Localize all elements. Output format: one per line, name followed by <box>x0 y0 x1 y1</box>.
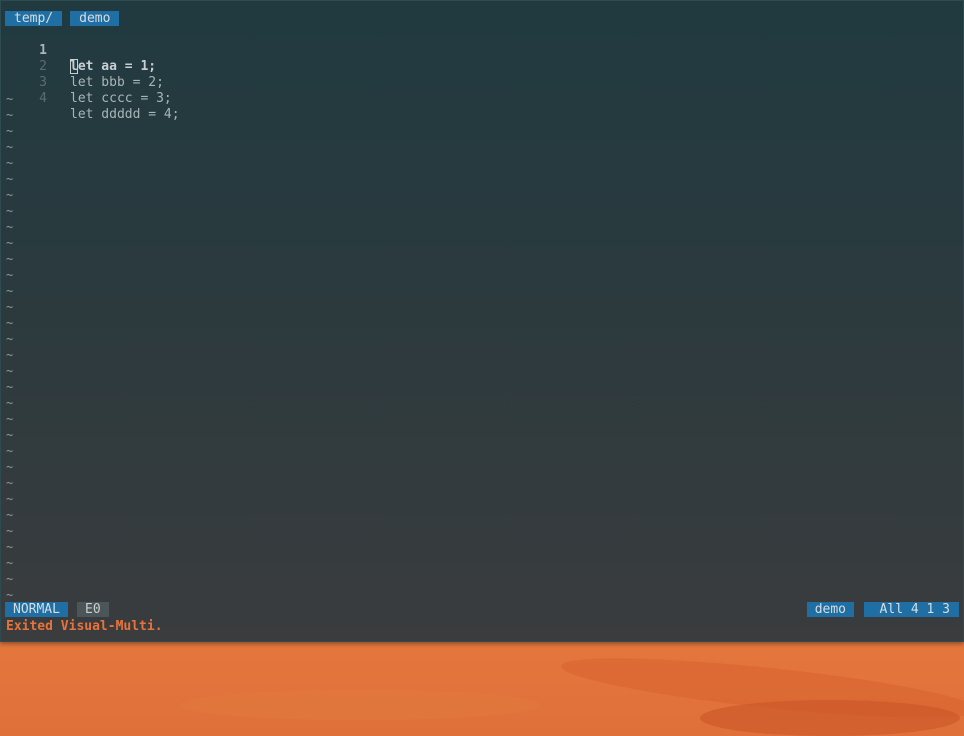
empty-line-marker: ~ <box>6 364 14 378</box>
empty-line-marker: ~ <box>6 108 14 122</box>
empty-line-marker: ~ <box>6 540 14 554</box>
empty-line-marker: ~ <box>6 124 14 138</box>
line-text: let cccc = 3; <box>70 91 172 106</box>
wallpaper-streak <box>700 700 960 736</box>
empty-line-marker: ~ <box>6 556 14 570</box>
empty-line-marker: ~ <box>6 236 14 250</box>
empty-line-marker: ~ <box>6 396 14 410</box>
empty-line-marker: ~ <box>6 460 14 474</box>
error-count: E0 <box>77 602 109 617</box>
wallpaper-streak <box>180 690 540 720</box>
line-text: let ddddd = 4; <box>70 107 180 122</box>
command-line-message: Exited Visual-Multi. <box>6 619 163 634</box>
empty-line-marker: ~ <box>6 156 14 170</box>
empty-line-marker: ~ <box>6 508 14 522</box>
empty-line-marker: ~ <box>6 588 14 602</box>
empty-line-marker: ~ <box>6 380 14 394</box>
empty-line-marker: ~ <box>6 252 14 266</box>
empty-line-marker: ~ <box>6 284 14 298</box>
statusline: NORMAL E0 demo All 4 1 3 <box>5 602 959 618</box>
empty-line-marker: ~ <box>6 140 14 154</box>
line-text: let bbb = 2; <box>70 75 164 90</box>
tab-directory[interactable]: temp/ <box>5 11 63 26</box>
empty-line-marker: ~ <box>6 348 14 362</box>
empty-line-marker: ~ <box>6 268 14 282</box>
vim-window[interactable]: temp/ demo 1 let aa = 1; 2 let bbb = 2; … <box>0 0 964 642</box>
empty-line-marker: ~ <box>6 572 14 586</box>
status-filename: demo <box>806 602 854 617</box>
empty-line-marker: ~ <box>6 444 14 458</box>
cursor: l <box>70 59 78 74</box>
empty-line-marker: ~ <box>6 188 14 202</box>
line-text: let aa = 1; <box>70 59 156 75</box>
line-text-rest: et aa = 1; <box>77 59 157 74</box>
buffer-line[interactable]: 2 let bbb = 2; <box>1 43 164 90</box>
mode-indicator: NORMAL <box>5 602 68 617</box>
empty-line-marker: ~ <box>6 332 14 346</box>
cursor-position: All 4 1 3 <box>863 602 959 617</box>
empty-line-marker: ~ <box>6 220 14 234</box>
buffer-line[interactable]: 3 let cccc = 3; <box>1 59 172 106</box>
tabline: temp/ demo <box>5 11 120 27</box>
empty-line-marker: ~ <box>6 524 14 538</box>
empty-line-marker: ~ <box>6 204 14 218</box>
tab-file[interactable]: demo <box>70 11 120 26</box>
buffer-line[interactable]: 1 let aa = 1; <box>1 27 156 74</box>
empty-line-marker: ~ <box>6 412 14 426</box>
empty-line-marker: ~ <box>6 316 14 330</box>
buffer-line[interactable]: 4 let ddddd = 4; <box>1 75 179 122</box>
empty-line-marker: ~ <box>6 300 14 314</box>
empty-line-marker: ~ <box>6 172 14 186</box>
empty-line-marker: ~ <box>6 492 14 506</box>
empty-line-marker: ~ <box>6 428 14 442</box>
empty-line-marker: ~ <box>6 476 14 490</box>
empty-line-marker: ~ <box>6 92 14 106</box>
